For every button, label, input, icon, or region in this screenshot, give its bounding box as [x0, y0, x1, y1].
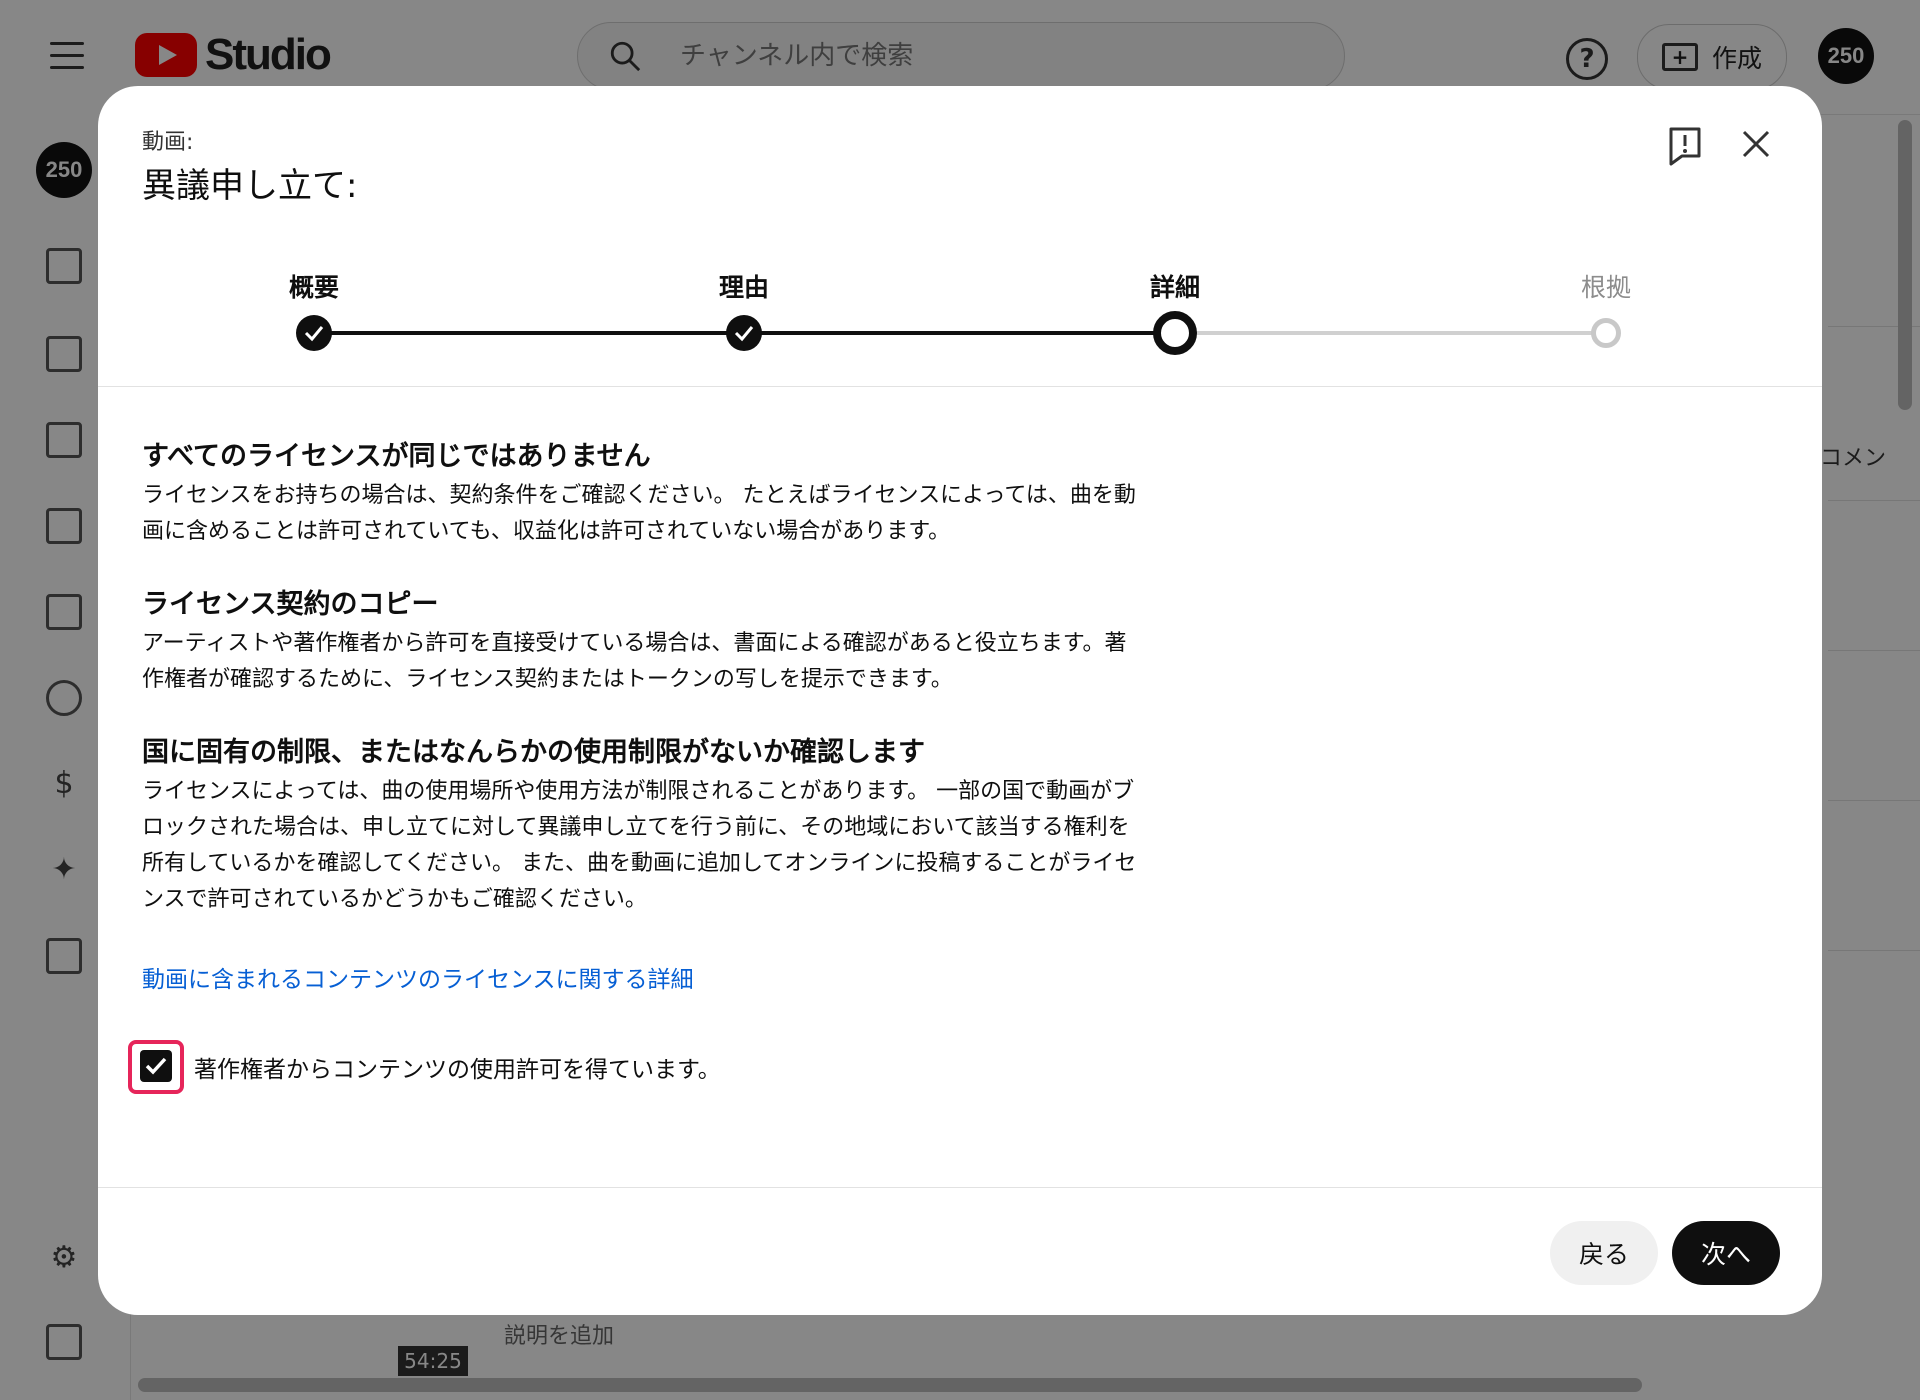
- text-line: 画に含めることは許可されていても、収益化は許可されていない場合があります。: [142, 519, 951, 544]
- step-reason-check-icon[interactable]: [726, 315, 762, 351]
- section-heading-restrictions: 国に固有の制限、またはなんらかの使用制限がないか確認します: [142, 737, 925, 768]
- permission-checkbox-label[interactable]: 著作権者からコンテンツの使用許可を得ています。: [194, 1050, 721, 1084]
- section-text-restrictions: ライセンスによっては、曲の使用場所や使用方法が制限されることがあります。 一部の…: [142, 774, 1212, 918]
- progress-stepper: 概要 理由 詳細 根拠: [98, 86, 1822, 386]
- text-line: アーティストや著作権者から許可を直接受けている場合は、書面による確認があると役立…: [142, 631, 1127, 656]
- section-text-licenses: ライセンスをお持ちの場合は、契約条件をご確認ください。 たとえばライセンスによっ…: [142, 478, 1212, 550]
- next-button[interactable]: 次へ: [1672, 1221, 1780, 1285]
- text-line: 所有しているかを確認してください。 また、曲を動画に追加してオンラインに投稿する…: [142, 851, 1137, 876]
- permission-checkbox[interactable]: [140, 1050, 172, 1082]
- text-line: ンスで許可されているかどうかもご確認ください。: [142, 887, 647, 912]
- text-line: 作権者が確認するために、ライセンス契約またはトークンの写しを提示できます。: [142, 667, 953, 692]
- checkmark-icon: [145, 1057, 167, 1075]
- dispute-dialog: 動画: 異議申し立て: 概要 理由 詳細 根拠 すべてのライセンスが同じではあり…: [98, 86, 1822, 1315]
- step-label-evidence: 根拠: [1580, 273, 1632, 302]
- stepper-line-remaining: [1168, 331, 1598, 335]
- back-button[interactable]: 戻る: [1550, 1221, 1658, 1285]
- license-details-link[interactable]: 動画に含まれるコンテンツのライセンスに関する詳細: [142, 960, 694, 994]
- footer-divider: [98, 1187, 1822, 1188]
- section-text-license-copy: アーティストや著作権者から許可を直接受けている場合は、書面による確認があると役立…: [142, 626, 1212, 698]
- step-evidence-pending-icon: [1591, 318, 1621, 348]
- step-overview-check-icon[interactable]: [296, 315, 332, 351]
- text-line: ライセンスによっては、曲の使用場所や使用方法が制限されることがあります。 一部の…: [142, 779, 1135, 804]
- step-details-current-icon: [1153, 311, 1197, 355]
- header-divider: [98, 386, 1822, 387]
- text-line: ロックされた場合は、申し立てに対して異議申し立てを行う前に、その地域において該当…: [142, 815, 1130, 840]
- step-label-overview: 概要: [288, 273, 340, 302]
- text-line: ライセンスをお持ちの場合は、契約条件をご確認ください。 たとえばライセンスによっ…: [142, 483, 1136, 508]
- step-label-details: 詳細: [1149, 273, 1201, 302]
- section-heading-license-copy: ライセンス契約のコピー: [142, 589, 439, 620]
- section-heading-licenses: すべてのライセンスが同じではありません: [142, 441, 651, 472]
- step-label-reason: 理由: [718, 273, 770, 302]
